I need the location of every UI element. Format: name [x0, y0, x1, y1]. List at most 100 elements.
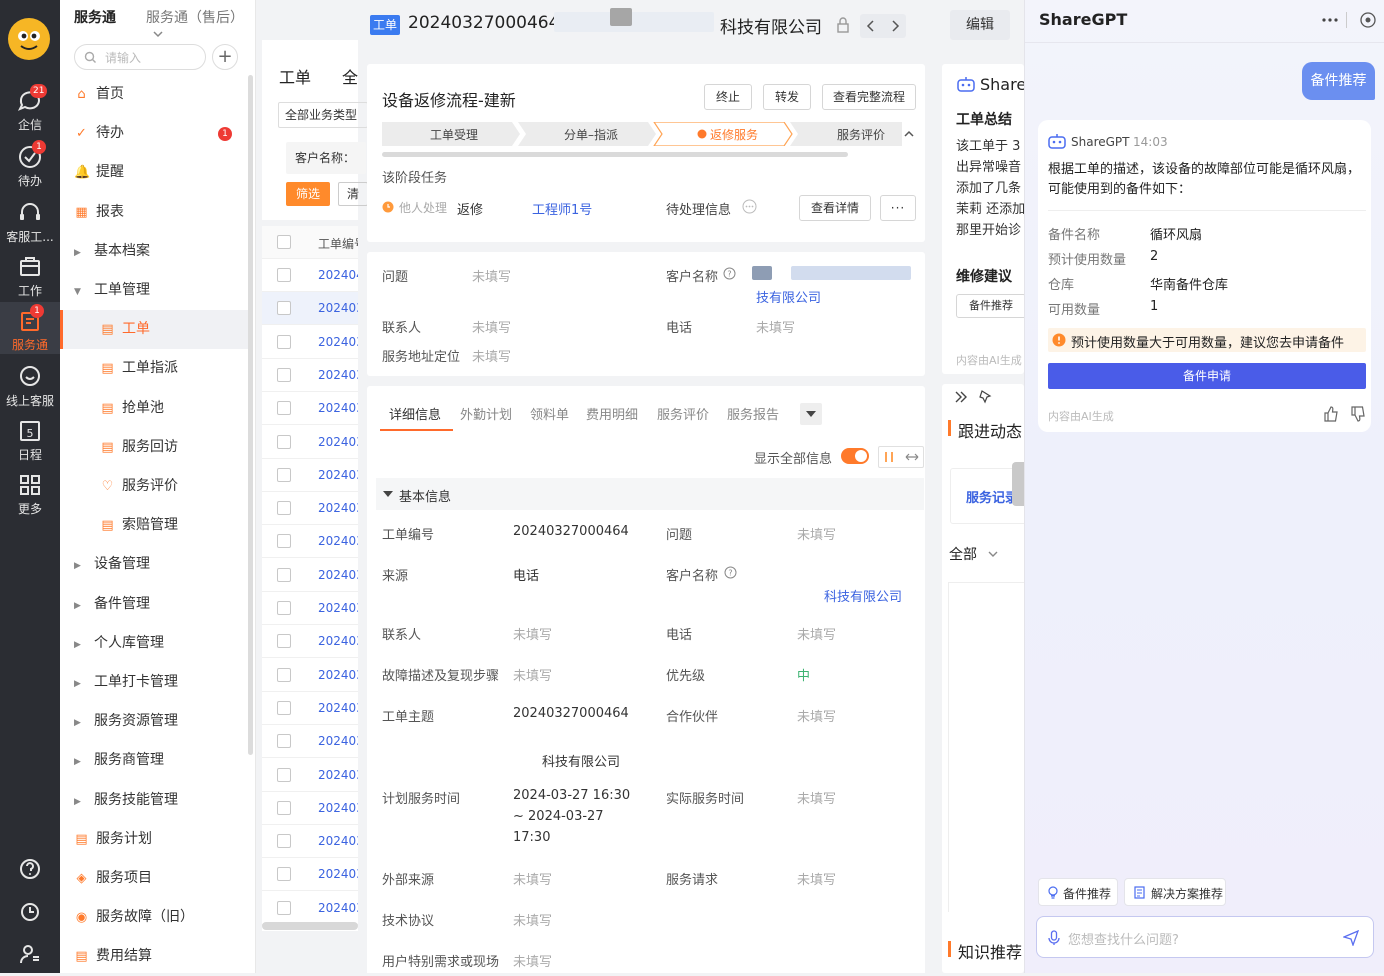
step-1[interactable]: 工单受理 [430, 126, 478, 143]
rail-item-qixin[interactable]: 企信 21 [0, 84, 60, 134]
nav-item[interactable]: ▶ 个人库管理 [60, 624, 248, 663]
nav-item[interactable]: ▤ 工单指派 [60, 349, 248, 388]
row-checkbox[interactable] [277, 534, 291, 549]
ticket-number-link[interactable]: 202403 [318, 734, 358, 748]
add-icon[interactable]: + [212, 44, 238, 70]
ticket-number-link[interactable]: 202403 [318, 701, 358, 715]
pin-icon[interactable] [978, 389, 992, 404]
table-row[interactable]: 202403 [262, 759, 358, 792]
table-row[interactable]: 202403 [262, 692, 358, 725]
thumbs-up-icon[interactable] [1323, 406, 1339, 422]
nav-item[interactable]: ◈ 服务项目 [60, 859, 248, 898]
table-row[interactable]: 202403 [262, 825, 358, 859]
tab[interactable]: 费用明细 [586, 404, 638, 423]
show-all-toggle[interactable] [841, 448, 869, 464]
rail-item-online-cs[interactable]: 线上客服 [0, 364, 60, 410]
table-row[interactable]: 202403 [262, 525, 358, 559]
nav-search-input[interactable]: 请输入 [74, 44, 206, 70]
nav-item[interactable]: ▤ 费用结算 [60, 937, 248, 976]
quick-solution-recommend[interactable]: 解决方案推荐 [1124, 878, 1226, 906]
list-h-scrollbar[interactable] [262, 922, 358, 930]
filter-all[interactable]: 全部 [949, 544, 999, 564]
help-circle-icon[interactable]: ? [723, 267, 736, 280]
ticket-number-link[interactable]: 202403 [318, 335, 358, 349]
thumbs-down-icon[interactable] [1350, 406, 1366, 422]
basic-info-section-header[interactable]: 基本信息 [376, 478, 924, 510]
nav-item[interactable]: 🔔 提醒 [60, 153, 248, 192]
tab[interactable]: 服务评价 [657, 404, 709, 423]
double-chevron-right-icon[interactable] [954, 390, 968, 404]
row-checkbox[interactable] [277, 634, 291, 649]
table-row[interactable]: 202403 [262, 292, 358, 326]
tab[interactable]: 详细信息 [389, 404, 441, 423]
row-checkbox[interactable] [277, 367, 291, 382]
nav-item[interactable]: ▶ 设备管理 [60, 545, 248, 584]
business-type-select[interactable]: 全部业务类型 [278, 102, 368, 128]
nav-item[interactable]: ▶ 基本档案 [60, 232, 248, 271]
step-3-active[interactable]: 返修服务 [710, 126, 758, 143]
ticket-number-link[interactable]: 202403 [318, 501, 358, 515]
nav-item[interactable]: ▤ 工单 [60, 310, 248, 350]
nav-item[interactable]: ▶ 工单打卡管理 [60, 663, 248, 702]
row-checkbox[interactable] [277, 734, 291, 749]
ticket-number-link[interactable]: 202403 [318, 634, 358, 648]
table-row[interactable]: 202403 [262, 625, 358, 659]
nav-item[interactable]: ◉ 服务故障（旧） [60, 898, 248, 937]
row-checkbox[interactable] [277, 867, 291, 882]
help-circle-icon[interactable]: ? [724, 566, 737, 579]
app-selector[interactable]: 服务通（售后） [146, 7, 255, 43]
rail-item-service[interactable]: 服务通 1 [0, 302, 60, 354]
ticket-number-link[interactable]: 202403 [318, 301, 358, 315]
step-2[interactable]: 分单–指派 [564, 126, 618, 143]
row-checkbox[interactable] [277, 268, 291, 282]
help-icon[interactable] [18, 857, 42, 881]
collapse-icon[interactable] [903, 128, 915, 140]
nav-item[interactable]: ✓ 待办 1 [60, 114, 248, 153]
nav-scrollbar[interactable] [248, 75, 253, 755]
lock-icon[interactable] [836, 17, 850, 33]
ticket-number-link[interactable]: 202404 [318, 268, 358, 282]
table-row[interactable]: 202403 [262, 326, 358, 359]
table-row[interactable]: 202403 [262, 426, 358, 459]
rail-item-more[interactable]: 更多 [0, 472, 60, 518]
table-row[interactable]: 202403 [262, 892, 358, 925]
step-4[interactable]: 服务评价 [837, 126, 885, 143]
nav-item[interactable]: ▤ 服务回访 [60, 428, 248, 467]
select-all-checkbox[interactable] [277, 235, 291, 249]
ticket-number-link[interactable]: 202403 [318, 368, 358, 382]
table-row[interactable]: 202404 [262, 259, 358, 292]
table-row[interactable]: 202403 [262, 559, 358, 592]
panel-collapse-handle[interactable] [1012, 462, 1024, 506]
forward-button[interactable]: 转发 [763, 84, 811, 110]
layout-switch[interactable] [878, 446, 924, 468]
microphone-icon[interactable] [1048, 930, 1060, 946]
row-checkbox[interactable] [277, 601, 291, 615]
row-checkbox[interactable] [277, 501, 291, 516]
more-circle-icon[interactable] [742, 199, 757, 214]
row-checkbox[interactable] [277, 700, 291, 715]
row-checkbox[interactable] [277, 301, 291, 316]
ticket-number-link[interactable]: 202403 [318, 401, 358, 415]
app-logo[interactable] [8, 18, 50, 60]
customer-name-link[interactable]: 科技有限公司 [824, 586, 902, 605]
nav-item[interactable]: ▦ 报表 [60, 193, 248, 232]
apply-parts-button[interactable]: 备件申请 [1048, 363, 1366, 389]
table-row[interactable]: 202403 [262, 359, 358, 392]
record-icon[interactable] [1359, 11, 1377, 29]
tabs-more-button[interactable] [800, 403, 822, 425]
rail-item-todo[interactable]: 待办 1 [0, 140, 60, 190]
row-checkbox[interactable] [277, 401, 291, 416]
nav-item[interactable]: ▶ 服务技能管理 [60, 781, 248, 820]
advice-parts-button[interactable]: 备件推荐 [956, 294, 1024, 318]
table-row[interactable]: 202403 [262, 392, 358, 426]
ticket-number-link[interactable]: 202403 [318, 435, 358, 449]
send-icon[interactable] [1343, 930, 1359, 946]
customer-filter[interactable]: 客户名称： [286, 142, 366, 174]
more-dots-icon[interactable] [1321, 17, 1339, 23]
nav-item[interactable]: ▼ 工单管理 [60, 271, 248, 310]
nav-item[interactable]: ⌂ 首页 [60, 75, 248, 114]
row-checkbox[interactable] [277, 334, 291, 349]
prev-icon[interactable] [866, 20, 876, 32]
more-button[interactable]: ··· [880, 195, 916, 221]
ticket-number-link[interactable]: 202403 [318, 534, 358, 548]
